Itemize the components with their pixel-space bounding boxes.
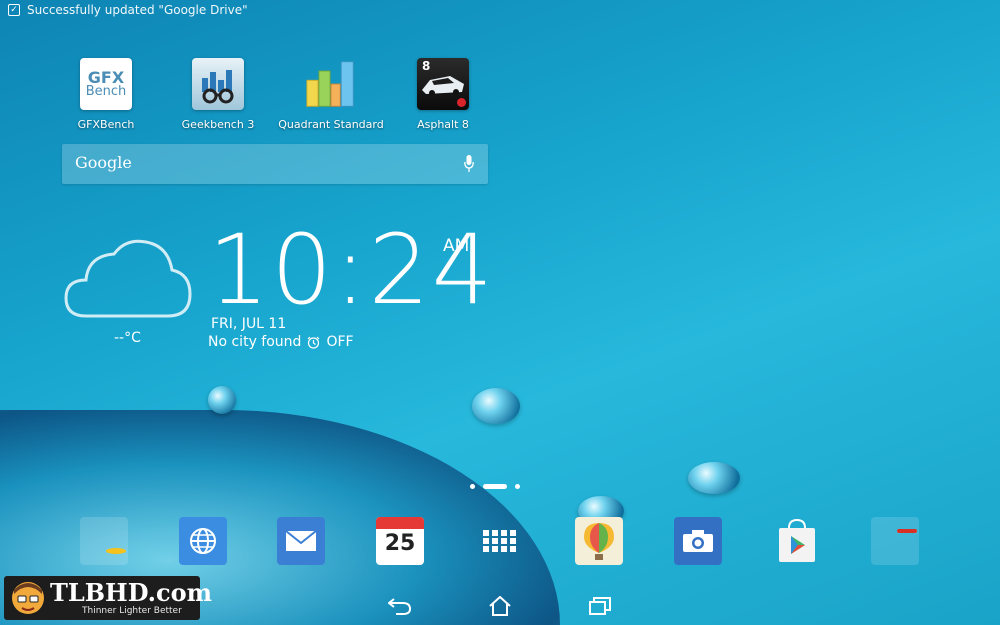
app-quadrant[interactable]: Quadrant Standard (276, 58, 386, 131)
camera-icon (674, 517, 722, 565)
dock-gallery[interactable] (574, 516, 624, 566)
app-label: Geekbench 3 (181, 118, 255, 131)
recent-apps-button[interactable] (586, 594, 614, 618)
app-label: Asphalt 8 (417, 118, 469, 131)
home-icon (489, 596, 511, 616)
app-asphalt[interactable]: 8 Asphalt 8 (388, 58, 498, 131)
play-store-icon (773, 517, 821, 565)
app-label: GFXBench (77, 118, 135, 131)
dock-camera[interactable] (673, 516, 723, 566)
notification-text: Successfully updated "Google Drive" (27, 3, 248, 17)
gmail-icon (897, 528, 917, 533)
mascot-logo-icon (12, 582, 44, 614)
quadrant-icon (305, 58, 357, 110)
gfxbench-icon: GFX Bench (80, 58, 132, 110)
app-gfxbench[interactable]: GFX Bench GFXBench (51, 58, 161, 131)
cloud-icon (64, 239, 192, 318)
folder-icon (80, 517, 128, 565)
water-drop (472, 388, 520, 424)
temperature: --°C (114, 330, 141, 346)
calendar-header (376, 517, 424, 529)
all-apps-icon (483, 530, 516, 552)
update-check-icon: ✓ (8, 4, 20, 16)
calendar-day: 25 (384, 531, 416, 556)
watermark-tagline: Thinner Lighter Better (82, 606, 182, 616)
home-button[interactable] (486, 594, 514, 618)
dock-all-apps[interactable] (475, 516, 525, 566)
alarm-status: OFF (326, 334, 354, 350)
clock-date: FRI, JUL 11 (211, 316, 287, 332)
asphalt-badge-icon (457, 98, 466, 107)
clock-ampm: AM (443, 236, 470, 256)
page-dot-active (483, 484, 507, 489)
gallery-icon (575, 517, 623, 565)
city-status: No city found OFF (208, 334, 354, 350)
dock-email[interactable] (276, 516, 326, 566)
page-dot (515, 484, 520, 489)
asphalt-tile-number: 8 (422, 59, 431, 73)
page-indicator (470, 484, 520, 489)
google-logo: Google (75, 153, 132, 172)
dock-calendar[interactable]: 25 (375, 516, 425, 566)
sync-icon (106, 548, 126, 554)
google-search-bar[interactable]: Google (62, 144, 488, 184)
asphalt-icon: 8 (417, 58, 469, 110)
page-dot (470, 484, 475, 489)
status-bar: ✓ Successfully updated "Google Drive" (0, 0, 1000, 20)
microphone-icon[interactable] (464, 155, 474, 173)
back-button[interactable] (386, 594, 414, 618)
watermark-name: TLBHD.com (50, 578, 213, 607)
email-icon (277, 517, 325, 565)
dock-folder[interactable] (79, 516, 129, 566)
geekbench-icon (192, 58, 244, 110)
water-drop (208, 386, 236, 414)
dock-browser[interactable] (178, 516, 228, 566)
browser-icon (179, 517, 227, 565)
city-text: No city found (208, 334, 302, 350)
app-geekbench[interactable]: Geekbench 3 (163, 58, 273, 131)
dock-google-folder[interactable] (870, 516, 920, 566)
back-icon (388, 598, 412, 615)
water-drop (688, 462, 740, 494)
google-folder-icon (871, 517, 919, 565)
gfxbench-tile-text: GFX (87, 67, 125, 87)
dock-play-store[interactable] (772, 516, 822, 566)
recent-apps-icon (589, 597, 611, 615)
alarm-clock-icon (308, 336, 320, 349)
gfxbench-tile-subtext: Bench (85, 83, 127, 99)
watermark: TLBHD.com Thinner Lighter Better (4, 576, 212, 620)
calendar-icon: 25 (376, 517, 424, 565)
app-label: Quadrant Standard (278, 118, 384, 131)
